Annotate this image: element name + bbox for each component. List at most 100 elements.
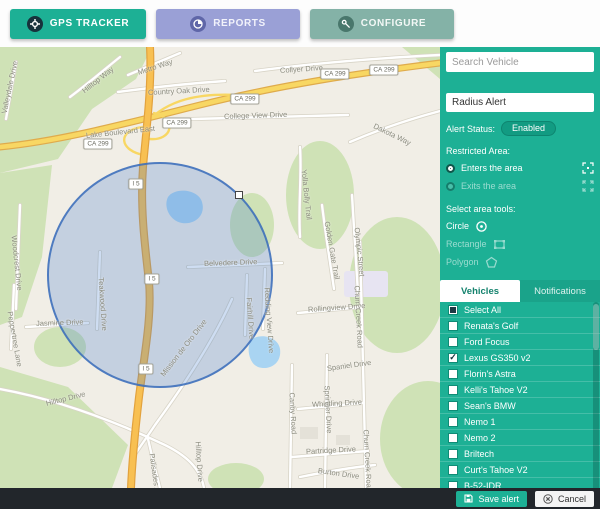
vehicle-row[interactable]: Briltech [440,446,600,462]
vehicle-row[interactable]: Sean's BMW [440,398,600,414]
cancel-label: Cancel [558,494,586,504]
save-alert-button[interactable]: Save alert [456,491,527,507]
search-vehicle-input[interactable] [446,52,594,72]
tab-configure[interactable]: CONFIGURE [310,9,454,39]
map-road-label: Hilltop Way [80,65,115,95]
map-road-label: Mission de Oro Drive [158,318,208,379]
tool-label: Rectangle [446,239,487,249]
map-road-label: Country Oak Drive [148,85,210,97]
option-exits-the-area[interactable]: Exits the area [446,178,594,194]
tool-polygon[interactable]: Polygon [446,254,594,270]
vehicle-label: Florin's Astra [464,369,516,379]
map-road-label: Hilltop Drive [194,441,206,482]
vehicle-list: Select All Renata's Golf Ford Focus Lexu… [440,302,600,495]
tab-notifications[interactable]: Notifications [520,280,600,302]
tab-label: GPS TRACKER [50,18,129,29]
map-road-label: Redding View Drive [263,287,277,353]
cancel-button[interactable]: Cancel [535,491,594,507]
vehicle-label: Nemo 1 [464,417,496,427]
vehicle-row[interactable]: Florin's Astra [440,366,600,382]
bottom-action-bar: Save alert Cancel [0,488,600,509]
map-road-label: Valleydale Drive [0,60,20,114]
map-road-label: Fairhill Drive [245,297,257,339]
route-shield: CA 299 [83,139,112,150]
gps-tracker-app: GPS TRACKER REPORTS CONFIGURE [0,0,600,509]
vehicle-checkbox[interactable] [448,417,458,427]
vehicle-checkbox[interactable] [448,321,458,331]
circle-tool-icon [475,220,488,233]
radio-selected-icon[interactable] [446,164,455,173]
sidebar-tabs: Vehicles Notifications [440,280,600,302]
vehicle-checkbox[interactable] [448,353,458,363]
vehicle-checkbox[interactable] [448,433,458,443]
vehicle-label: Curt's Tahoe V2 [464,465,528,475]
map-road-label: Woodcrest Drive [10,235,25,291]
vehicle-row[interactable]: Nemo 1 [440,414,600,430]
route-shield: I 5 [138,364,153,375]
route-shield: I 5 [144,274,159,285]
tab-vehicles[interactable]: Vehicles [440,280,520,302]
map-road-label: Golden Gate Trail [323,221,342,280]
route-shield: CA 299 [230,94,259,105]
tool-circle[interactable]: Circle [446,218,594,234]
map-road-label: Dakota Way [372,121,412,147]
vehicle-checkbox[interactable] [448,305,458,315]
vehicle-label: Select All [464,305,501,315]
map-road-label: College View Drive [224,110,288,121]
option-label: Enters the area [461,163,575,173]
vehicle-row[interactable]: Kelli's Tahoe V2 [440,382,600,398]
tool-rectangle[interactable]: Rectangle [446,236,594,252]
enter-area-icon [581,162,594,175]
vehicle-row[interactable]: Renata's Golf [440,318,600,334]
map-road-label: Palisades Avenue [148,453,165,488]
map-road-label: Churn Creek Road [362,429,374,488]
option-enters-the-area[interactable]: Enters the area [446,160,594,176]
polygon-tool-icon [485,256,498,269]
wrench-icon [338,16,354,32]
tab-reports[interactable]: REPORTS [156,9,300,39]
map-road-label: Jasmine Drive [36,317,84,328]
vehicle-row[interactable]: Lexus GS350 v2 [440,350,600,366]
map-road-label: Belvedere Drive [204,257,258,268]
tab-label: CONFIGURE [361,18,426,29]
top-navigation: GPS TRACKER REPORTS CONFIGURE [0,0,600,47]
vehicle-checkbox[interactable] [448,449,458,459]
alert-status-toggle[interactable]: Enabled [501,121,556,136]
vehicle-row[interactable]: Nemo 2 [440,430,600,446]
route-shield: CA 299 [369,65,398,76]
scrollbar-thumb[interactable] [593,304,599,350]
tab-gps-tracker[interactable]: GPS TRACKER [10,9,146,39]
map-road-label: Rollingview Drive [308,301,366,314]
pie-chart-icon [190,16,206,32]
vehicle-list-scrollbar[interactable] [593,302,599,495]
vehicle-checkbox[interactable] [448,337,458,347]
alert-name-input[interactable] [446,93,594,112]
cancel-icon [543,494,553,504]
map-road-label: Hilltop Drive [45,389,86,408]
map-road-label: Partridge Drive [306,444,356,456]
map-road-label: Whistling Drive [312,397,362,409]
vehicle-checkbox[interactable] [448,401,458,411]
route-shield: CA 299 [162,118,191,129]
tool-label: Circle [446,221,469,231]
map-canvas[interactable]: Valleydale DriveHilltop WayMetro WayCoun… [0,47,440,488]
vehicle-row[interactable]: Select All [440,302,600,318]
vehicle-checkbox[interactable] [448,465,458,475]
vehicle-row[interactable]: Curt's Tahoe V2 [440,462,600,478]
vehicle-checkbox[interactable] [448,369,458,379]
exit-area-icon [581,180,594,193]
radio-unselected-icon[interactable] [446,182,455,191]
vehicle-label: Ford Focus [464,337,510,347]
vehicle-label: Lexus GS350 v2 [464,353,531,363]
vehicle-label: Renata's Golf [464,321,518,331]
alert-sidebar: Alert Status: Enabled Restricted Area: E… [440,47,600,488]
vehicle-checkbox[interactable] [448,385,458,395]
map-road-label: Collyer Drive [280,63,323,75]
tab-label: REPORTS [213,18,266,29]
map-road-label: Teakwood Drive [97,277,110,331]
map-labels: Valleydale DriveHilltop WayMetro WayCoun… [0,47,440,488]
vehicle-label: Kelli's Tahoe V2 [464,385,528,395]
option-label: Exits the area [461,181,575,191]
map-road-label: Yolla Bolly Trail [300,169,314,220]
vehicle-row[interactable]: Ford Focus [440,334,600,350]
